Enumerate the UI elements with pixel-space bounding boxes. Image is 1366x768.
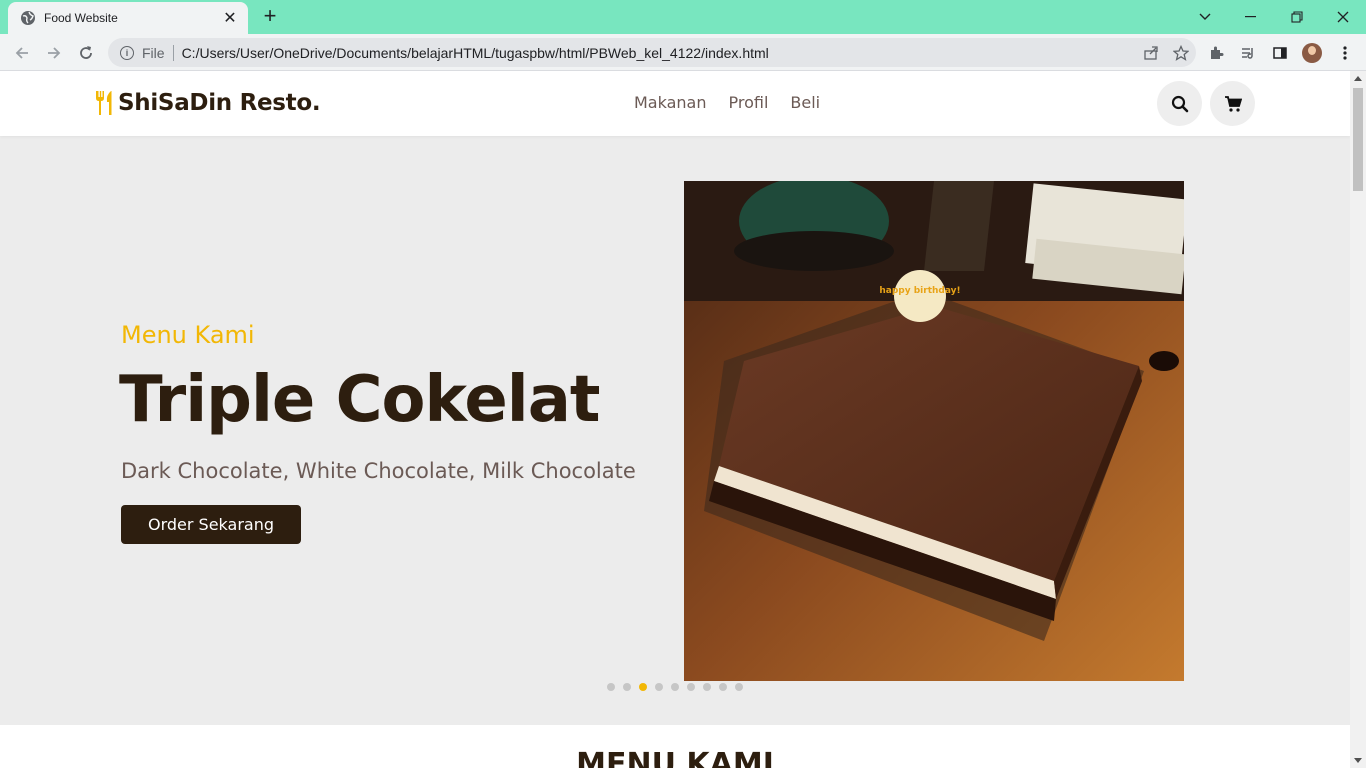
site-navbar: ShiSaDin Resto. Makanan Profil Beli xyxy=(0,71,1350,136)
section-title: MENU KAMI xyxy=(576,747,774,768)
address-bar[interactable]: i File C:/Users/User/OneDrive/Documents/… xyxy=(108,38,1196,67)
cutlery-icon xyxy=(96,91,112,115)
more-menu-icon[interactable] xyxy=(1332,40,1358,66)
carousel-dot[interactable] xyxy=(607,683,615,691)
forward-icon[interactable] xyxy=(41,40,67,66)
carousel-pagination xyxy=(607,683,743,691)
scroll-thumb[interactable] xyxy=(1353,88,1363,191)
carousel-dot[interactable] xyxy=(687,683,695,691)
main-menu: Makanan Profil Beli xyxy=(634,93,820,112)
hero-cake-image: happy birthday! xyxy=(684,181,1184,681)
cake-topper-text: happy birthday! xyxy=(879,286,960,296)
carousel-dot[interactable] xyxy=(703,683,711,691)
bookmark-star-icon[interactable] xyxy=(1166,38,1196,67)
search-icon xyxy=(1171,95,1188,112)
share-icon[interactable] xyxy=(1136,38,1166,67)
carousel-dot[interactable] xyxy=(623,683,631,691)
search-button[interactable] xyxy=(1157,81,1202,126)
cart-button[interactable] xyxy=(1210,81,1255,126)
nav-link-makanan[interactable]: Makanan xyxy=(634,93,706,112)
url-scheme: File xyxy=(142,44,165,61)
carousel-dot[interactable] xyxy=(735,683,743,691)
nav-link-beli[interactable]: Beli xyxy=(790,93,820,112)
restore-button[interactable] xyxy=(1274,0,1320,34)
menu-section: MENU KAMI xyxy=(0,725,1350,768)
carousel-dot[interactable] xyxy=(639,683,647,691)
browser-toolbar: i File C:/Users/User/OneDrive/Documents/… xyxy=(0,34,1366,71)
url-text[interactable]: C:/Users/User/OneDrive/Documents/belajar… xyxy=(182,45,1136,61)
globe-icon xyxy=(20,10,36,26)
page-viewport: ShiSaDin Resto. Makanan Profil Beli Menu… xyxy=(0,71,1366,768)
carousel-dot[interactable] xyxy=(655,683,663,691)
hero-title: Triple Cokelat xyxy=(119,363,600,437)
browser-tab-strip: Food Website ✕ + xyxy=(0,0,1366,34)
extensions-icon[interactable] xyxy=(1203,40,1229,66)
tab-title: Food Website xyxy=(44,11,118,25)
tab-close-icon[interactable]: ✕ xyxy=(222,8,238,28)
back-icon[interactable] xyxy=(9,40,35,66)
media-control-icon[interactable] xyxy=(1235,40,1261,66)
minimize-button[interactable] xyxy=(1228,0,1274,34)
new-tab-button[interactable]: + xyxy=(258,5,282,29)
divider xyxy=(172,44,174,61)
side-panel-icon[interactable] xyxy=(1267,40,1293,66)
carousel-dot[interactable] xyxy=(671,683,679,691)
browser-tab[interactable]: Food Website ✕ xyxy=(8,2,248,34)
hero-subtitle: Menu Kami xyxy=(121,321,255,349)
order-now-button[interactable]: Order Sekarang xyxy=(121,505,301,544)
hero-description: Dark Chocolate, White Chocolate, Milk Ch… xyxy=(121,459,636,483)
close-window-button[interactable] xyxy=(1320,0,1366,34)
site-logo[interactable]: ShiSaDin Resto. xyxy=(94,87,321,119)
brand-name: ShiSaDin Resto. xyxy=(118,90,321,116)
reload-icon[interactable] xyxy=(73,40,99,66)
nav-link-profil[interactable]: Profil xyxy=(728,93,768,112)
carousel-dot[interactable] xyxy=(719,683,727,691)
page-scrollbar[interactable] xyxy=(1350,71,1366,768)
profile-avatar[interactable] xyxy=(1302,43,1322,63)
tab-search-icon[interactable] xyxy=(1182,0,1228,34)
info-icon[interactable]: i xyxy=(120,45,134,60)
scroll-up-icon[interactable] xyxy=(1354,76,1362,81)
scroll-down-icon[interactable] xyxy=(1354,758,1362,763)
cart-icon xyxy=(1224,95,1242,112)
